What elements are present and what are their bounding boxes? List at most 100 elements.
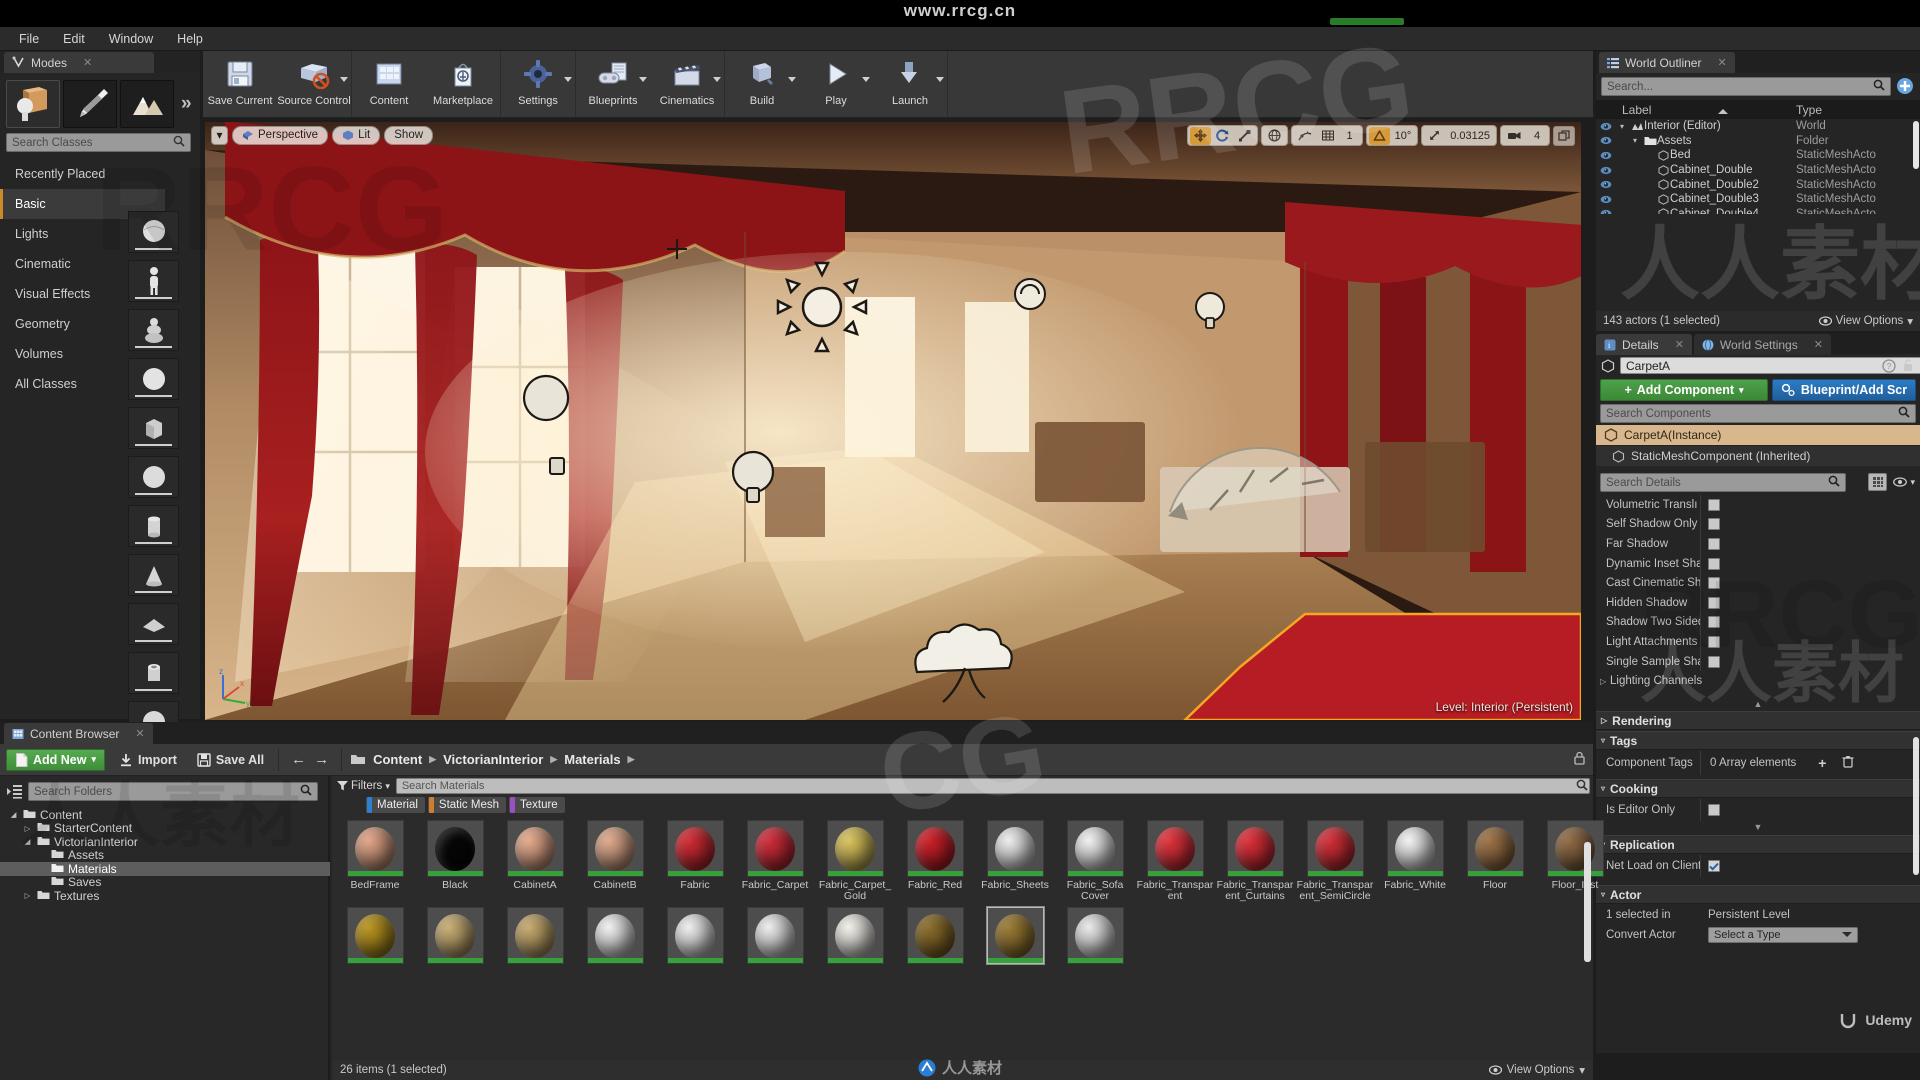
visibility-toggle-icon[interactable] <box>1596 122 1616 131</box>
move-tool-icon[interactable] <box>1189 126 1211 145</box>
surface-snap-icon[interactable] <box>1294 127 1316 145</box>
paint-mode-icon[interactable] <box>63 80 117 128</box>
collapse-tree-icon[interactable] <box>5 782 24 801</box>
visibility-toggle-icon[interactable] <box>1596 166 1616 175</box>
outliner-row[interactable]: ▾ Assets Folder <box>1596 134 1920 149</box>
visibility-toggle-icon[interactable] <box>1596 209 1616 214</box>
folder-tree[interactable]: ◢ Content ▷ StarterContent ◢ VictorianInterio… <box>0 808 330 903</box>
scale-snap-value[interactable]: 0.03125 <box>1446 127 1494 145</box>
outliner-scrollbar[interactable] <box>1913 121 1919 169</box>
placeable-tube-icon[interactable] <box>128 652 179 694</box>
chevron-down-icon[interactable] <box>713 77 721 82</box>
outliner-row[interactable]: Bed StaticMeshActo <box>1596 148 1920 163</box>
chevron-down-icon[interactable] <box>340 77 348 82</box>
collapse-up-icon[interactable]: ▲ <box>1596 698 1920 710</box>
type-filter-material[interactable]: Material <box>366 797 425 813</box>
asset-scrollbar[interactable] <box>1584 842 1591 962</box>
asset-item[interactable]: Fabric_Transparent_Curtains <box>1216 820 1294 902</box>
asset-item[interactable]: Fabric_Transparent <box>1136 820 1214 902</box>
expand-triangle-icon[interactable]: ▾ <box>1633 136 1643 145</box>
property-checkbox[interactable] <box>1708 498 1720 511</box>
asset-item[interactable]: Fabric_Red <box>896 820 974 902</box>
asset-thumbnail[interactable] <box>426 820 484 877</box>
asset-search-input[interactable]: Search Materials <box>395 778 1590 794</box>
back-icon[interactable]: ← <box>291 751 306 768</box>
asset-row-2[interactable] <box>336 907 1586 967</box>
landscape-mode-icon[interactable] <box>120 80 174 128</box>
asset-item[interactable]: CabinetA <box>496 820 574 902</box>
property-checkbox[interactable] <box>1708 577 1720 590</box>
folder-expand-icon[interactable]: ▷ <box>22 824 33 833</box>
asset-grid[interactable]: BedFrame Black CabinetA CabinetB Fabric Fabri… <box>336 820 1604 967</box>
maximize-viewport-icon[interactable] <box>1553 125 1575 146</box>
angle-snap-icon[interactable] <box>1368 126 1390 145</box>
folder-expand-icon[interactable]: ◢ <box>22 837 33 846</box>
folder-tree-item[interactable]: ▷ Textures <box>0 889 330 903</box>
type-filter-texture[interactable]: Texture <box>508 797 565 813</box>
asset-thumbnail[interactable] <box>666 820 724 877</box>
content-button[interactable]: Content <box>352 51 426 118</box>
asset-row-1[interactable]: BedFrame Black CabinetA CabinetB Fabric Fabri… <box>336 820 1604 902</box>
asset-item[interactable]: BedFrame <box>336 820 414 902</box>
asset-thumbnail[interactable] <box>586 907 644 964</box>
lock-icon[interactable] <box>1901 358 1915 373</box>
folder-tree-item[interactable]: Saves <box>0 875 330 889</box>
asset-item[interactable]: Fabric_White <box>1376 820 1454 902</box>
property-checkbox[interactable] <box>1708 635 1720 648</box>
is-editor-only-checkbox[interactable] <box>1708 804 1720 816</box>
placeable-cone-icon[interactable] <box>128 554 179 596</box>
close-icon[interactable]: ✕ <box>1675 338 1684 351</box>
asset-thumbnail[interactable] <box>746 907 804 964</box>
perspective-dropdown[interactable]: Perspective <box>232 125 329 145</box>
asset-item[interactable] <box>736 907 814 967</box>
details-search-input[interactable]: Search Details <box>1600 473 1846 492</box>
folder-tree-item[interactable]: ◢ Content <box>0 808 330 822</box>
asset-item[interactable]: Fabric_Sofa Cover <box>1056 820 1134 902</box>
asset-item[interactable]: Black <box>416 820 494 902</box>
placeable-character-icon[interactable] <box>128 260 179 302</box>
section-tags[interactable]: ▿ Tags <box>1596 731 1920 750</box>
tab-details[interactable]: i Details ✕ <box>1596 334 1692 355</box>
details-scrollbar[interactable] <box>1913 737 1919 875</box>
convert-actor-select[interactable]: Select a Type <box>1708 926 1858 943</box>
menu-item-file[interactable]: File <box>8 29 50 49</box>
asset-item[interactable]: Fabric_Sheets <box>976 820 1054 902</box>
property-checkbox[interactable] <box>1708 616 1720 629</box>
content-view-options[interactable]: View Options ▾ <box>1488 1063 1585 1077</box>
viewport-menu-button[interactable]: ▾ <box>211 125 228 145</box>
show-dropdown[interactable]: Show <box>384 125 434 145</box>
asset-thumbnail[interactable] <box>1546 820 1604 877</box>
asset-thumbnail[interactable] <box>1386 820 1444 877</box>
cinematics-button[interactable]: Cinematics <box>650 51 724 118</box>
column-header-label[interactable]: Label <box>1596 103 1796 117</box>
details-view-options-icon[interactable]: ▾ <box>1893 477 1915 488</box>
world-space-icon[interactable] <box>1264 127 1285 145</box>
outliner-row-list[interactable]: ▾ Interior (Editor) World ▾ Assets Folder Bed S… <box>1596 119 1920 214</box>
help-icon[interactable]: ? <box>1882 358 1896 373</box>
asset-thumbnail[interactable] <box>1066 907 1124 964</box>
property-checkbox[interactable] <box>1708 655 1720 668</box>
visibility-toggle-icon[interactable] <box>1596 136 1616 145</box>
save-current-button[interactable]: Save Current <box>203 51 277 118</box>
rotate-tool-icon[interactable] <box>1212 127 1233 145</box>
source-control-button[interactable]: Source Control <box>277 51 351 118</box>
outliner-row[interactable]: Cabinet_Double2 StaticMeshActo <box>1596 177 1920 192</box>
asset-item[interactable] <box>976 907 1054 967</box>
asset-thumbnail[interactable] <box>826 820 884 877</box>
visibility-toggle-icon[interactable] <box>1596 180 1616 189</box>
asset-item[interactable]: Fabric_Carpet <box>736 820 814 902</box>
asset-thumbnail[interactable] <box>506 907 564 964</box>
component-row-staticmesh[interactable]: StaticMeshComponent (Inherited) <box>1596 446 1920 466</box>
asset-item[interactable] <box>896 907 974 967</box>
blueprints-button[interactable]: Blueprints <box>576 51 650 118</box>
asset-thumbnail[interactable] <box>666 907 724 964</box>
menu-item-edit[interactable]: Edit <box>52 29 96 49</box>
property-checkbox[interactable] <box>1708 596 1720 609</box>
section-cooking[interactable]: ▿ Cooking <box>1596 779 1920 798</box>
grid-snap-icon[interactable] <box>1317 127 1339 145</box>
outliner-view-options[interactable]: View Options ▾ <box>1818 314 1913 328</box>
chevron-down-icon[interactable] <box>936 77 944 82</box>
add-tag-icon[interactable]: + <box>1818 755 1826 771</box>
close-icon[interactable]: ✕ <box>1717 56 1726 69</box>
folder-search-input[interactable]: Search Folders <box>28 782 318 801</box>
